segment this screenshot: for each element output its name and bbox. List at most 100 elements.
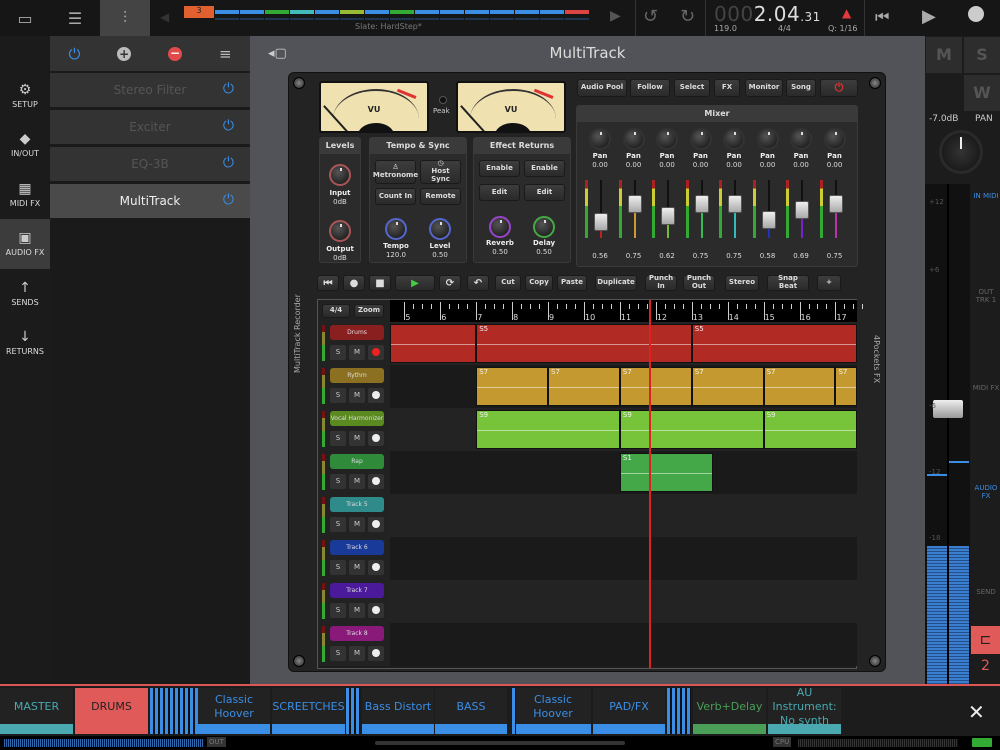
pattern-segment[interactable] <box>365 10 389 14</box>
audio-clip[interactable]: S7 <box>763 367 836 406</box>
power-icon[interactable]: ⏻ <box>223 192 234 208</box>
pattern-segment[interactable] <box>415 10 439 14</box>
audio-clip[interactable]: S5 <box>476 324 692 363</box>
list-icon[interactable]: ☰ <box>50 0 100 36</box>
metronome-button[interactable]: ♙ Metronome <box>373 160 418 184</box>
strip-route-in-midi[interactable]: IN MIDI <box>971 192 1000 200</box>
track-lane[interactable] <box>390 494 857 537</box>
playhead[interactable] <box>648 300 651 668</box>
top-button-select[interactable]: Select <box>674 79 710 97</box>
time-display[interactable]: 0002.04.31 ▲ 119.0 4/4 Q: 1/16 <box>705 0 865 36</box>
play-button[interactable]: ▶ <box>395 275 435 291</box>
inbox-icon[interactable]: ▭ <box>0 0 50 36</box>
host-sync-button[interactable]: ◷ Host Sync <box>420 160 461 184</box>
edit-paste-button[interactable]: Paste <box>557 275 587 291</box>
edit-duplicate-button[interactable]: Duplicate <box>595 275 637 291</box>
arm-record-button[interactable] <box>368 560 384 575</box>
play-pattern-icon[interactable]: ▶ <box>610 8 621 24</box>
audio-clip[interactable]: S9 <box>763 410 857 449</box>
audio-clip[interactable] <box>390 324 477 363</box>
timeline-ruler[interactable]: 5 6 7 8 9 10 11 12 13 14 15 16 17 <box>390 300 864 322</box>
pan-knob[interactable] <box>589 128 611 150</box>
channel-fader[interactable] <box>786 180 816 240</box>
volume-fader-handle[interactable] <box>933 400 963 418</box>
arm-record-button[interactable] <box>368 517 384 532</box>
channel-fader[interactable] <box>752 180 783 240</box>
edit-punch-in-button[interactable]: Punch In <box>645 274 677 291</box>
scroll-handle[interactable] <box>375 741 625 745</box>
channel-fader[interactable] <box>585 180 615 240</box>
mute-button[interactable]: M <box>349 474 365 489</box>
fader-handle[interactable] <box>795 200 809 219</box>
pan-knob[interactable] <box>723 128 745 150</box>
edit-copy-button[interactable]: Copy <box>525 275 553 291</box>
power-icon[interactable]: ⏻ <box>223 81 234 97</box>
track-lane[interactable] <box>390 623 857 666</box>
fader-handle[interactable] <box>627 195 642 214</box>
record-button[interactable]: ● <box>343 275 365 291</box>
plugin-power-button[interactable]: ⏻ <box>820 79 858 97</box>
nav-returns[interactable]: ↓ RETURNS <box>0 318 50 368</box>
mute-button[interactable]: M <box>349 646 365 661</box>
top-button-follow[interactable]: Follow <box>630 79 670 97</box>
fader-handle[interactable] <box>728 195 742 214</box>
strip-route-midi-fx[interactable]: MIDI FX <box>971 384 1000 392</box>
channel-tab[interactable]: MASTER <box>0 688 73 734</box>
solo-button[interactable]: S <box>330 560 346 575</box>
pattern-segment[interactable] <box>390 10 414 14</box>
delay-knob[interactable] <box>533 216 555 238</box>
track-name[interactable]: Track 8 <box>330 626 384 641</box>
pan-knob[interactable] <box>790 128 812 150</box>
audio-clip[interactable]: S7 <box>476 367 549 406</box>
solo-button[interactable]: S <box>330 517 346 532</box>
pan-knob[interactable] <box>939 130 983 174</box>
edit-stereo-button[interactable]: Stereo <box>725 275 759 291</box>
mute-button[interactable]: M <box>349 345 365 360</box>
strip-route-send[interactable]: SEND <box>971 588 1000 596</box>
channel-tab[interactable]: Verb+Delay <box>693 688 766 734</box>
power-icon[interactable]: ⏻ <box>223 155 234 171</box>
pattern-segment[interactable] <box>290 10 314 14</box>
channel-tab[interactable]: AU Instrument: No synth <box>768 686 841 734</box>
channel-fader[interactable] <box>719 180 749 240</box>
track-name[interactable]: Drums <box>330 325 384 340</box>
count-in-button[interactable]: Count In <box>375 188 416 205</box>
output-knob[interactable] <box>329 220 351 242</box>
prev-pattern-icon[interactable]: ◀ <box>160 10 169 24</box>
audio-clip[interactable]: S9 <box>476 410 620 449</box>
nav-midi-fx[interactable]: ▦ MIDI FX <box>0 169 50 219</box>
record-icon[interactable] <box>968 6 984 22</box>
track-name[interactable]: Rap <box>330 454 384 469</box>
top-button-song[interactable]: Song <box>786 79 816 97</box>
nav-sends[interactable]: ↑ SENDS <box>0 268 50 318</box>
channel-fader[interactable] <box>652 180 682 240</box>
delay-enable-button[interactable]: Enable <box>524 160 565 177</box>
nav-in-out[interactable]: ◆ IN/OUT <box>0 120 50 170</box>
strip-route-audio-fx[interactable]: AUDIO FX <box>971 484 1000 500</box>
fader-handle[interactable] <box>661 207 675 226</box>
tempo-knob[interactable] <box>385 218 407 240</box>
rewind-icon[interactable]: ⏮ <box>875 7 889 27</box>
play-icon[interactable]: ▶ <box>922 6 936 27</box>
pan-knob[interactable] <box>622 128 645 150</box>
track-name[interactable]: Track 6 <box>330 540 384 555</box>
channel-tab[interactable]: Classic Hoover <box>515 688 591 734</box>
audio-clip[interactable]: S1 <box>619 453 714 492</box>
pan-knob[interactable] <box>656 128 678 150</box>
reverb-knob[interactable] <box>489 216 511 238</box>
fx-slot[interactable]: MultiTrack ⏻ <box>50 184 250 218</box>
signature-button[interactable]: 4/4 <box>322 304 350 318</box>
loop-button[interactable]: ⟳ <box>439 275 461 291</box>
track-name[interactable]: Track 7 <box>330 583 384 598</box>
edit--button[interactable]: + <box>817 275 841 291</box>
undo-icon[interactable]: ↺ <box>643 6 658 27</box>
level-knob[interactable] <box>429 218 451 240</box>
add-fx-icon[interactable]: + <box>117 46 132 61</box>
volume-fader-track[interactable]: +12 +6 -6 -12 -18 <box>925 184 970 684</box>
solo-button[interactable]: S <box>964 37 1000 73</box>
channel-tab[interactable]: DRUMS <box>75 688 148 734</box>
power-icon[interactable]: ⏻ <box>223 118 234 134</box>
track-lane[interactable] <box>390 537 857 580</box>
solo-button[interactable]: S <box>330 603 346 618</box>
reverb-enable-button[interactable]: Enable <box>479 160 520 177</box>
